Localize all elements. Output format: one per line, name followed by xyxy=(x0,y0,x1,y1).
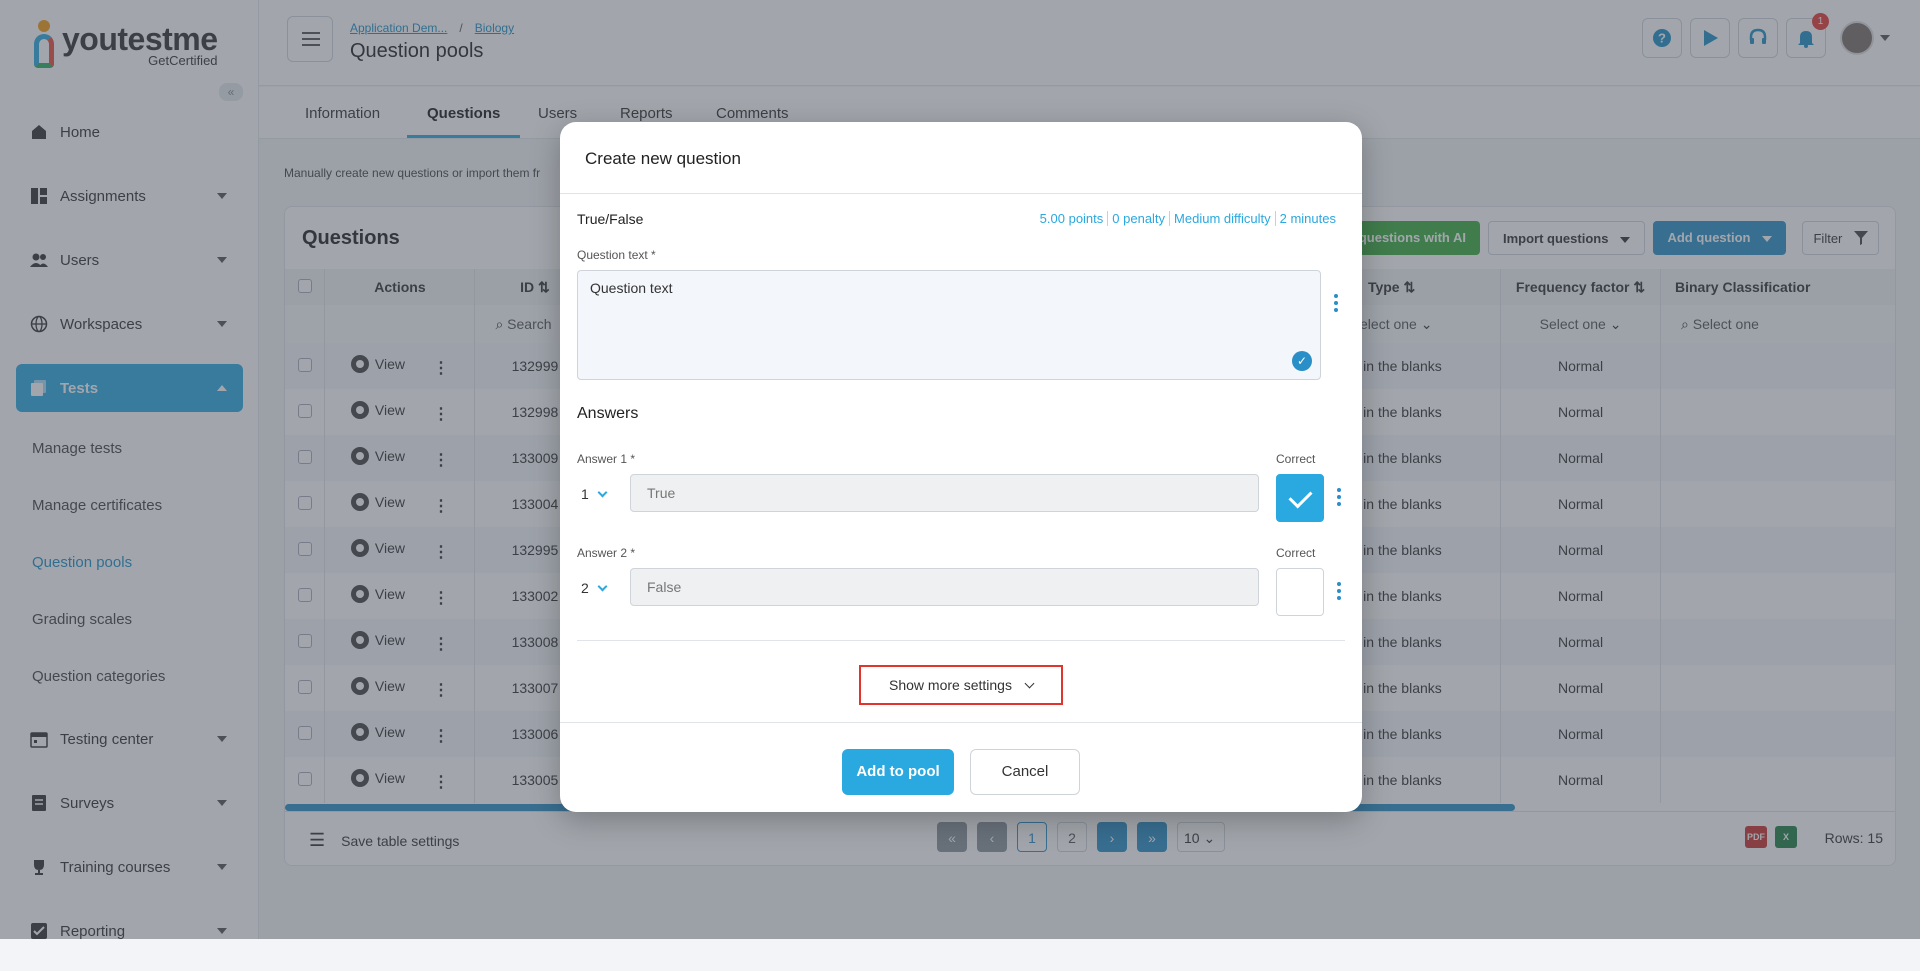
time-link[interactable]: 2 minutes xyxy=(1274,211,1340,226)
add-to-pool-button[interactable]: Add to pool xyxy=(842,749,954,795)
correct-label: Correct xyxy=(1276,452,1316,466)
cancel-button[interactable]: Cancel xyxy=(970,749,1080,795)
answers-heading: Answers xyxy=(577,405,639,422)
answer-order-value: 1 xyxy=(581,486,589,502)
show-more-settings-button[interactable]: Show more settings xyxy=(859,665,1063,705)
answer-options-icon[interactable] xyxy=(1336,486,1342,507)
correct-toggle-checked[interactable] xyxy=(1276,474,1324,522)
chevron-down-icon xyxy=(597,487,608,498)
check-icon: ✓ xyxy=(1292,351,1312,371)
question-text-editor[interactable]: Question text ✓ xyxy=(577,270,1321,380)
divider xyxy=(560,193,1362,194)
show-more-label: Show more settings xyxy=(889,677,1012,693)
divider xyxy=(577,640,1345,641)
dialog-title: Create new question xyxy=(585,149,741,168)
answer-label: Answer 2 * xyxy=(577,546,636,560)
create-question-dialog: Create new question True/False 5.00 poin… xyxy=(560,122,1362,812)
answer-order-select[interactable]: 2 xyxy=(581,580,608,596)
difficulty-link[interactable]: Medium difficulty xyxy=(1169,211,1275,226)
chevron-down-icon xyxy=(1024,678,1035,689)
question-options-icon[interactable] xyxy=(1333,292,1339,313)
correct-toggle-unchecked[interactable] xyxy=(1276,568,1324,616)
divider xyxy=(560,722,1362,723)
answer-order-value: 2 xyxy=(581,580,589,596)
points-link[interactable]: 5.00 points xyxy=(1036,211,1108,226)
answer-label: Answer 1 * xyxy=(577,452,636,466)
question-meta: 5.00 points 0 penalty Medium difficulty … xyxy=(1036,211,1340,226)
question-text-label: Question text * xyxy=(577,248,656,262)
answer-input[interactable]: False xyxy=(630,568,1259,606)
answer-options-icon[interactable] xyxy=(1336,580,1342,601)
chevron-down-icon xyxy=(597,581,608,592)
answer-input[interactable]: True xyxy=(630,474,1259,512)
question-type: True/False xyxy=(577,211,644,227)
answer-order-select[interactable]: 1 xyxy=(581,486,608,502)
correct-label: Correct xyxy=(1276,546,1316,560)
question-text-value: Question text xyxy=(590,280,673,296)
penalty-link[interactable]: 0 penalty xyxy=(1107,211,1169,226)
